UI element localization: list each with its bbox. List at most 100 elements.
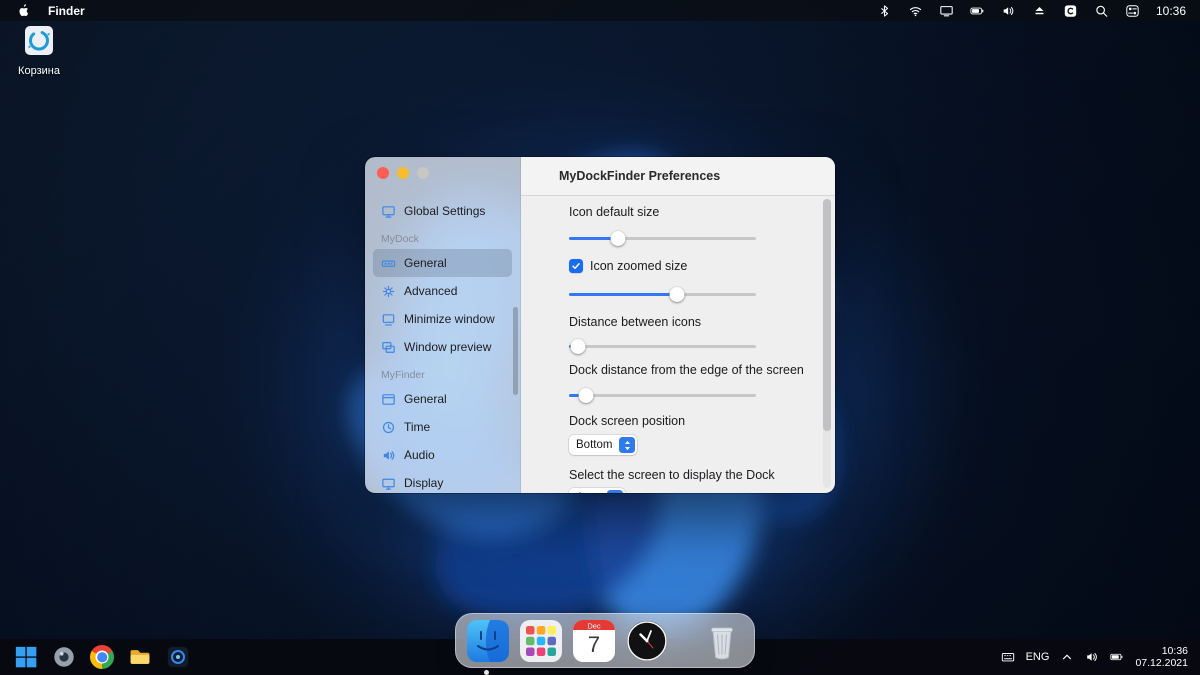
hidden-icons-chevron-icon[interactable] bbox=[1060, 650, 1074, 664]
slider-thumb[interactable] bbox=[570, 338, 586, 354]
slider-thumb[interactable] bbox=[578, 387, 594, 403]
icon-zoomed-size-slider[interactable] bbox=[569, 286, 756, 302]
check-icon bbox=[572, 263, 580, 269]
content-scrollbar-track[interactable] bbox=[823, 199, 831, 488]
recycle-bin-desktop-icon[interactable]: Корзина bbox=[4, 24, 74, 77]
content-scrollbar-thumb[interactable] bbox=[823, 199, 831, 431]
slider-thumb[interactable] bbox=[669, 286, 685, 302]
sidebar-item-audio[interactable]: Audio bbox=[373, 441, 512, 469]
slider-thumb[interactable] bbox=[610, 230, 626, 246]
touch-keyboard-icon[interactable] bbox=[1001, 650, 1015, 664]
input-source-icon[interactable] bbox=[1063, 4, 1079, 18]
tray-battery-icon[interactable] bbox=[1110, 650, 1124, 664]
menu-bar: Finder 10:36 bbox=[0, 0, 1200, 21]
tray-volume-icon[interactable] bbox=[1085, 650, 1099, 664]
icon-default-size-label: Icon default size bbox=[569, 205, 660, 219]
taskbar-time: 10:36 bbox=[1161, 644, 1188, 657]
dock-screen-position-label: Dock screen position bbox=[569, 414, 686, 428]
dock-icon bbox=[381, 260, 396, 267]
sidebar-item-label: General bbox=[404, 256, 447, 270]
sidebar-item-window-preview[interactable]: Window preview bbox=[373, 333, 512, 361]
wifi-icon[interactable] bbox=[908, 4, 924, 18]
distance-between-icons-slider[interactable] bbox=[569, 338, 756, 354]
volume-icon[interactable] bbox=[1001, 4, 1017, 18]
slider-track bbox=[569, 292, 756, 296]
sidebar-item-label: Display bbox=[404, 476, 444, 490]
sidebar-item-label: Advanced bbox=[404, 284, 458, 298]
zoom-window-button[interactable] bbox=[417, 167, 429, 179]
icon-zoomed-size-label: Icon zoomed size bbox=[590, 259, 688, 273]
apple-menu-icon[interactable] bbox=[16, 3, 32, 18]
close-window-button[interactable] bbox=[377, 167, 389, 179]
icon-zoomed-size-checkbox[interactable] bbox=[569, 259, 583, 273]
menu-bar-clock[interactable]: 10:36 bbox=[1156, 4, 1186, 18]
display-menu-icon[interactable] bbox=[939, 4, 955, 18]
recycle-bin-label: Корзина bbox=[18, 65, 60, 77]
sidebar-item-time[interactable]: Time bbox=[373, 413, 512, 441]
taskbar-app-icon[interactable] bbox=[50, 643, 78, 671]
window-titlebar: MyDockFinder Preferences bbox=[521, 157, 835, 196]
sidebar-section-myfinder: MyFinder bbox=[381, 369, 425, 381]
taskbar-clock[interactable]: 10:36 07.12.2021 bbox=[1135, 645, 1188, 670]
start-button[interactable] bbox=[12, 643, 40, 671]
dock-calendar-icon[interactable]: Dec 7 bbox=[572, 619, 616, 663]
language-indicator[interactable]: ENG bbox=[1026, 651, 1050, 663]
preferences-window: Global Settings MyDock General Advanced … bbox=[365, 157, 835, 493]
monitor-icon bbox=[382, 205, 395, 218]
icon-default-size-slider[interactable] bbox=[569, 230, 756, 246]
dock-position-select[interactable]: Bottom bbox=[569, 435, 637, 455]
sidebar-nav: Global Settings MyDock General Advanced … bbox=[365, 197, 520, 493]
window-sidebar: Global Settings MyDock General Advanced … bbox=[365, 157, 521, 493]
distance-between-icons-label: Distance between icons bbox=[569, 315, 702, 329]
sidebar-section-mydock: MyDock bbox=[381, 233, 419, 245]
sidebar-item-label: General bbox=[404, 392, 447, 406]
dock: Dec 7 bbox=[455, 613, 755, 668]
dock-trash-icon[interactable] bbox=[700, 619, 744, 663]
sidebar-item-label: Global Settings bbox=[404, 204, 486, 218]
dock-distance-slider[interactable] bbox=[569, 387, 756, 403]
screen-select[interactable]: Auto bbox=[569, 488, 625, 493]
menubar-window-icon bbox=[382, 393, 395, 405]
sidebar-item-advanced[interactable]: Advanced bbox=[373, 277, 512, 305]
window-preview-icon bbox=[382, 341, 395, 353]
sidebar-item-label: Audio bbox=[404, 448, 435, 462]
sidebar-item-mydock-general[interactable]: General bbox=[373, 249, 512, 277]
stepper-icon bbox=[619, 437, 635, 453]
sidebar-item-minimize-window[interactable]: Minimize window bbox=[373, 305, 512, 333]
finder-running-indicator bbox=[484, 670, 489, 675]
desktop: Finder 10:36 Корзина Global Settings MyD… bbox=[0, 0, 1200, 675]
active-app-name[interactable]: Finder bbox=[48, 4, 85, 18]
search-icon[interactable] bbox=[1094, 4, 1110, 18]
gear-icon bbox=[382, 285, 395, 297]
mydockfinder-app-icon[interactable] bbox=[164, 643, 192, 671]
minimize-window-button[interactable] bbox=[397, 167, 409, 179]
dock-launchpad-icon[interactable] bbox=[519, 619, 563, 663]
sidebar-item-global-settings[interactable]: Global Settings bbox=[373, 197, 512, 225]
control-center-icon[interactable] bbox=[1125, 4, 1141, 18]
display-icon bbox=[382, 478, 395, 490]
dock-clock-icon[interactable] bbox=[625, 619, 669, 663]
slider-track bbox=[569, 393, 756, 397]
dock-position-value: Bottom bbox=[576, 439, 613, 451]
speaker-icon bbox=[383, 450, 395, 460]
svg-text:7: 7 bbox=[588, 632, 600, 657]
slider-track bbox=[569, 344, 756, 348]
sidebar-item-myfinder-general[interactable]: General bbox=[373, 385, 512, 413]
eject-icon[interactable] bbox=[1032, 4, 1048, 18]
chrome-icon[interactable] bbox=[88, 643, 116, 671]
sidebar-item-display[interactable]: Display bbox=[373, 469, 512, 493]
icon-zoomed-size-row[interactable]: Icon zoomed size bbox=[569, 258, 835, 274]
clock-icon bbox=[382, 421, 395, 433]
dock-finder-icon[interactable] bbox=[466, 619, 510, 663]
taskbar-date: 07.12.2021 bbox=[1135, 657, 1188, 669]
sidebar-scrollbar[interactable] bbox=[513, 307, 518, 395]
battery-icon[interactable] bbox=[970, 4, 986, 18]
screen-select-value: Auto bbox=[576, 492, 600, 493]
svg-text:Dec: Dec bbox=[587, 621, 601, 630]
windows-logo-icon bbox=[15, 646, 37, 668]
select-screen-label: Select the screen to display the Dock bbox=[569, 468, 775, 482]
slider-track bbox=[569, 236, 756, 240]
stepper-icon bbox=[607, 490, 623, 493]
bluetooth-icon[interactable] bbox=[877, 4, 893, 18]
file-explorer-icon[interactable] bbox=[126, 643, 154, 671]
